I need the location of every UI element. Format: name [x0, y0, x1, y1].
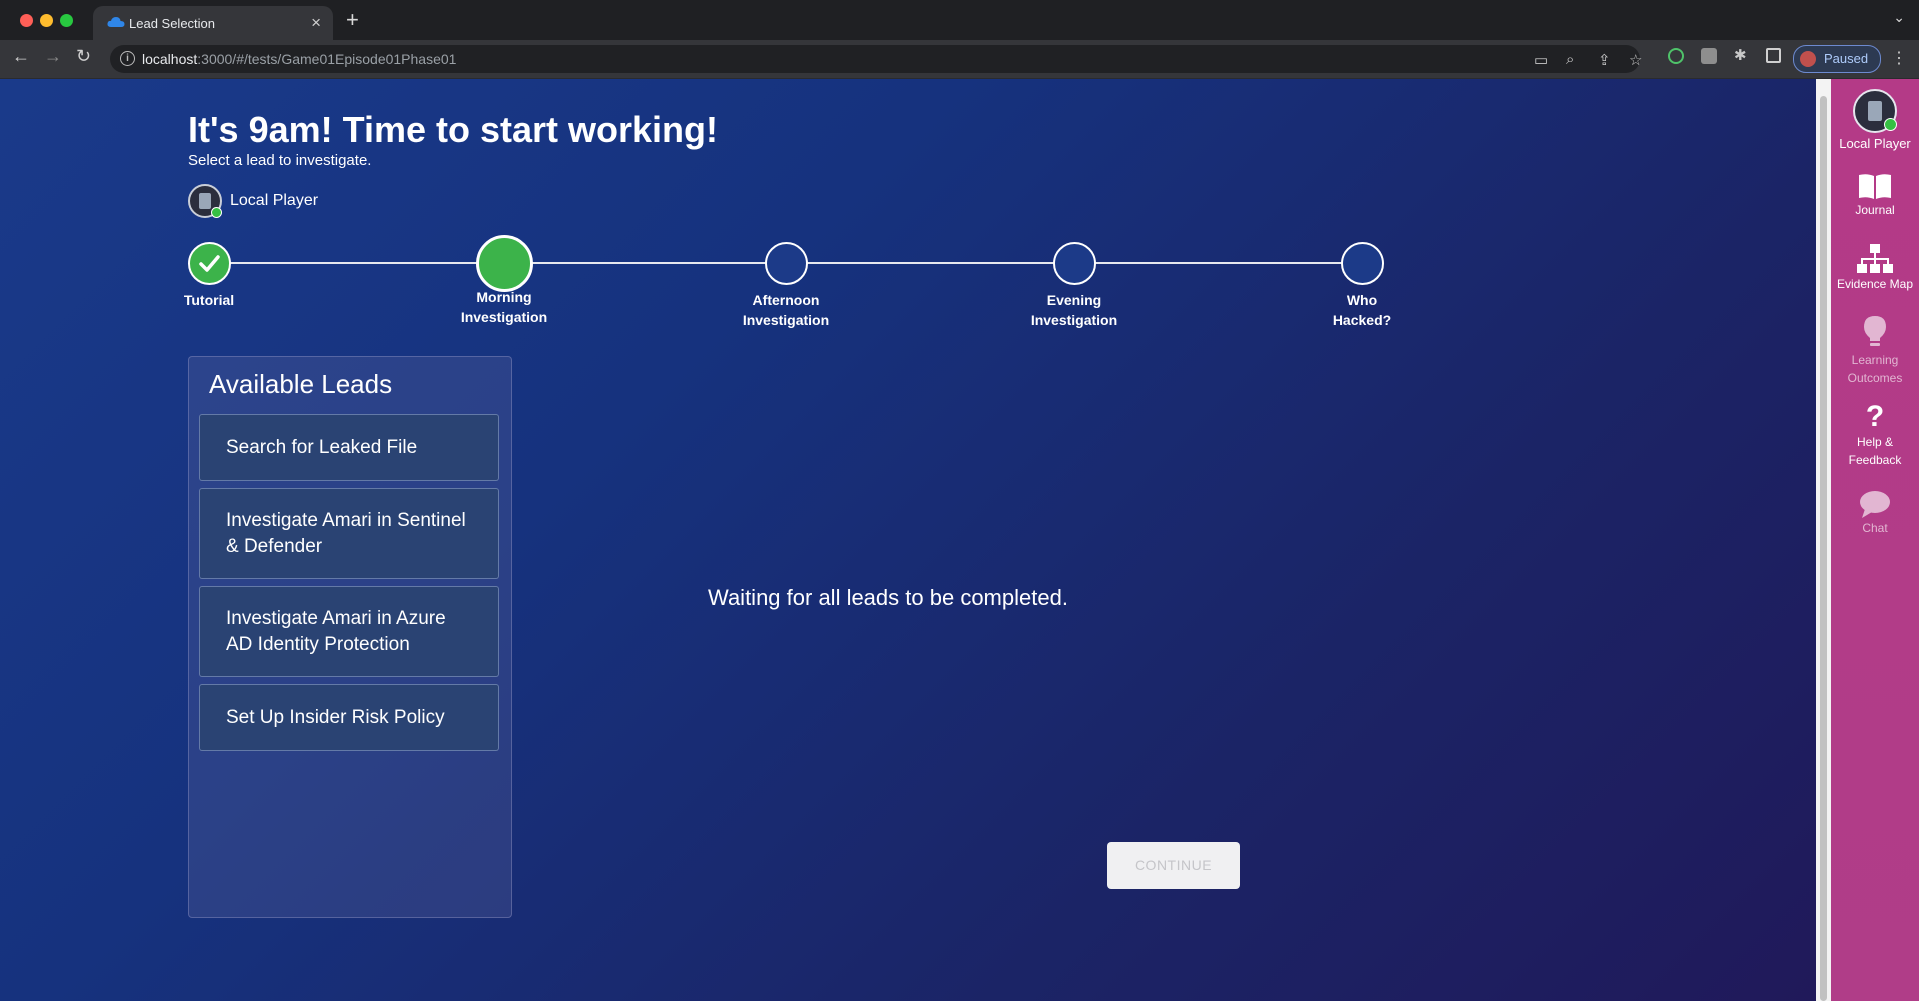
continue-button[interactable]: CONTINUE: [1107, 842, 1240, 889]
page-title: It's 9am! Time to start working!: [188, 109, 718, 150]
extension-gray-icon[interactable]: [1701, 48, 1717, 64]
book-icon: [1859, 174, 1891, 199]
online-status-dot: [1884, 118, 1897, 131]
sidebar-item-label: Help & Feedback: [1848, 435, 1902, 467]
close-window-button[interactable]: [20, 14, 33, 27]
browser-tab[interactable]: Lead Selection ×: [93, 6, 333, 40]
tab-search-chevron-icon[interactable]: ⌄: [1893, 9, 1905, 26]
profile-paused-button[interactable]: Paused: [1793, 45, 1881, 73]
share-icon[interactable]: ⇪: [1598, 51, 1611, 69]
sidebar-item-journal[interactable]: Journal: [1831, 171, 1919, 219]
zoom-window-button[interactable]: [60, 14, 73, 27]
sidebar-item-player[interactable]: Local Player: [1831, 89, 1919, 153]
lead-card-search-leaked-file[interactable]: Search for Leaked File: [199, 414, 499, 481]
cast-blocked-icon[interactable]: ▭: [1534, 51, 1548, 69]
minimize-window-button[interactable]: [40, 14, 53, 27]
tab-title: Lead Selection: [129, 16, 216, 31]
current-step-circle: [476, 235, 533, 292]
browser-tab-bar: Lead Selection × + ⌄: [0, 0, 1919, 40]
sidebar-item-evidence-map[interactable]: Evidence Map: [1831, 243, 1919, 293]
address-bar[interactable]: i localhost:3000/#/tests/Game01Episode01…: [110, 45, 1642, 73]
reload-icon[interactable]: ↻: [76, 46, 91, 67]
sidebar-player-label: Local Player: [1839, 136, 1911, 151]
question-icon: ?: [1865, 400, 1885, 433]
lead-card-azure-ad-identity[interactable]: Investigate Amari in Azure AD Identity P…: [199, 586, 499, 677]
side-panel-icon[interactable]: [1766, 48, 1781, 63]
page-subtitle: Select a lead to investigate.: [188, 152, 372, 169]
bookmark-star-icon[interactable]: ☆: [1629, 51, 1642, 69]
step-label: Who Hacked?: [1332, 292, 1392, 328]
online-status-dot: [211, 207, 222, 218]
step-circle: [1053, 242, 1096, 285]
player-name: Local Player: [230, 192, 319, 209]
browser-toolbar: ← → ↻ i localhost:3000/#/tests/Game01Epi…: [0, 40, 1919, 79]
player-avatar: [1853, 89, 1897, 133]
player-avatar: [188, 184, 222, 218]
sidebar-item-chat[interactable]: Chat: [1831, 489, 1919, 537]
step-label: Afternoon Investigation: [742, 292, 830, 328]
lead-card-sentinel-defender[interactable]: Investigate Amari in Sentinel & Defender: [199, 488, 499, 579]
lightbulb-icon: [1864, 316, 1886, 346]
step-label: Tutorial: [183, 292, 235, 308]
chat-bubble-icon: [1860, 491, 1890, 518]
extension-green-icon[interactable]: [1668, 48, 1684, 64]
step-circle: [765, 242, 808, 285]
page-scrollbar-thumb[interactable]: [1820, 96, 1827, 1001]
sidebar-item-label: Chat: [1862, 521, 1888, 535]
sidebar-item-help-feedback[interactable]: ? Help & Feedback: [1831, 401, 1919, 469]
step-label: Evening Investigation: [1030, 292, 1118, 328]
sidebar-item-label: Evidence Map: [1836, 277, 1914, 291]
new-tab-button[interactable]: +: [346, 7, 359, 33]
forward-arrow-icon[interactable]: →: [44, 46, 62, 67]
right-sidebar: Local Player Journal Evidence Map Learni…: [1831, 79, 1919, 1001]
browser-menu-icon[interactable]: ⋮: [1891, 48, 1907, 68]
lead-card-insider-risk-policy[interactable]: Set Up Insider Risk Policy: [199, 684, 499, 751]
zoom-icon[interactable]: ⌕: [1566, 51, 1574, 68]
check-circle-icon: [188, 242, 231, 285]
sidebar-item-learning-outcomes[interactable]: Learning Outcomes: [1831, 315, 1919, 387]
step-label: Morning Investigation: [460, 289, 548, 325]
game-page: It's 9am! Time to start working! Select …: [0, 79, 1816, 1001]
extensions-puzzle-icon[interactable]: ✱: [1734, 46, 1747, 64]
leads-panel-title: Available Leads: [209, 369, 393, 399]
back-arrow-icon[interactable]: ←: [12, 46, 30, 67]
close-tab-icon[interactable]: ×: [311, 13, 321, 33]
cloud-icon: [107, 17, 125, 27]
sidebar-item-label: Learning Outcomes: [1847, 353, 1903, 385]
site-info-icon[interactable]: i: [120, 51, 135, 66]
profile-avatar: [1800, 51, 1816, 67]
step-circle: [1341, 242, 1384, 285]
url-text: localhost:3000/#/tests/Game01Episode01Ph…: [142, 51, 457, 67]
sidebar-item-label: Journal: [1855, 203, 1895, 217]
waiting-message: Waiting for all leads to be completed.: [708, 585, 1068, 610]
available-leads-panel: Available Leads Search for Leaked File I…: [188, 356, 512, 918]
org-chart-icon: [1857, 244, 1893, 273]
